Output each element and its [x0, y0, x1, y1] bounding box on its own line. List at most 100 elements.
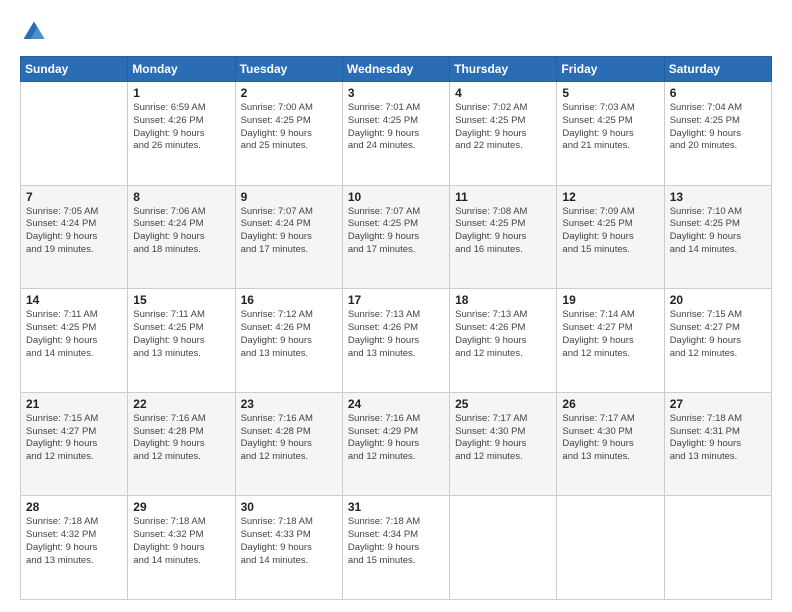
- day-number: 4: [455, 86, 551, 100]
- calendar-cell: 15Sunrise: 7:11 AM Sunset: 4:25 PM Dayli…: [128, 289, 235, 393]
- day-info: Sunrise: 7:02 AM Sunset: 4:25 PM Dayligh…: [455, 102, 551, 153]
- calendar-cell: 19Sunrise: 7:14 AM Sunset: 4:27 PM Dayli…: [557, 289, 664, 393]
- day-number: 10: [348, 190, 444, 204]
- day-number: 26: [562, 397, 658, 411]
- calendar-cell: 30 Sunrise: 7:18 AM Sunset: 4:33 PM Dayli…: [235, 496, 342, 600]
- weekday-header-row: SundayMondayTuesdayWednesdayThursdayFrid…: [21, 57, 772, 82]
- day-info: Sunrise: 7:13 AM Sunset: 4:26 PM Dayligh…: [455, 309, 551, 360]
- day-number: 17: [348, 293, 444, 307]
- day-info: Sunrise: 7:18 AM Sunset: 4:34 PM Dayligh…: [348, 516, 444, 567]
- day-number: 5: [562, 86, 658, 100]
- day-info: Sunrise: 7:09 AM Sunset: 4:25 PM Dayligh…: [562, 206, 658, 257]
- calendar-cell: 21Sunrise: 7:15 AM Sunset: 4:27 PM Dayli…: [21, 392, 128, 496]
- day-number: 16: [241, 293, 337, 307]
- day-number: 29: [133, 500, 229, 514]
- day-info: Sunrise: 7:16 AM Sunset: 4:28 PM Dayligh…: [133, 413, 229, 464]
- weekday-thursday: Thursday: [450, 57, 557, 82]
- calendar-cell: 14 Sunrise: 7:11 AM Sunset: 4:25 PM Dayli…: [21, 289, 128, 393]
- day-number: 30: [241, 500, 337, 514]
- day-info: Sunrise: 6:59 AM Sunset: 4:26 PM Dayligh…: [133, 102, 229, 153]
- day-number: 25: [455, 397, 551, 411]
- day-number: 7: [26, 190, 122, 204]
- calendar-cell: 6 Sunrise: 7:04 AM Sunset: 4:25 PM Daylig…: [664, 82, 771, 186]
- day-number: 28: [26, 500, 122, 514]
- calendar-cell: 1 Sunrise: 6:59 AM Sunset: 4:26 PM Daylig…: [128, 82, 235, 186]
- weekday-friday: Friday: [557, 57, 664, 82]
- day-info: Sunrise: 7:18 AM Sunset: 4:33 PM Dayligh…: [241, 516, 337, 567]
- calendar-cell: 22 Sunrise: 7:16 AM Sunset: 4:28 PM Dayli…: [128, 392, 235, 496]
- day-number: 27: [670, 397, 766, 411]
- week-row-5: 28 Sunrise: 7:18 AM Sunset: 4:32 PM Dayli…: [21, 496, 772, 600]
- weekday-tuesday: Tuesday: [235, 57, 342, 82]
- day-info: Sunrise: 7:10 AM Sunset: 4:25 PM Dayligh…: [670, 206, 766, 257]
- day-info: Sunrise: 7:07 AM Sunset: 4:25 PM Dayligh…: [348, 206, 444, 257]
- day-info: Sunrise: 7:07 AM Sunset: 4:24 PM Dayligh…: [241, 206, 337, 257]
- calendar-cell: 29Sunrise: 7:18 AM Sunset: 4:32 PM Dayli…: [128, 496, 235, 600]
- week-row-1: 1 Sunrise: 6:59 AM Sunset: 4:26 PM Daylig…: [21, 82, 772, 186]
- day-info: Sunrise: 7:15 AM Sunset: 4:27 PM Dayligh…: [26, 413, 122, 464]
- calendar-cell: 31 Sunrise: 7:18 AM Sunset: 4:34 PM Dayli…: [342, 496, 449, 600]
- logo: [20, 18, 52, 46]
- day-number: 2: [241, 86, 337, 100]
- day-number: 12: [562, 190, 658, 204]
- day-number: 31: [348, 500, 444, 514]
- day-number: 23: [241, 397, 337, 411]
- calendar-cell: 12 Sunrise: 7:09 AM Sunset: 4:25 PM Dayli…: [557, 185, 664, 289]
- day-info: Sunrise: 7:16 AM Sunset: 4:28 PM Dayligh…: [241, 413, 337, 464]
- calendar-cell: 5Sunrise: 7:03 AM Sunset: 4:25 PM Daylig…: [557, 82, 664, 186]
- day-number: 20: [670, 293, 766, 307]
- day-info: Sunrise: 7:18 AM Sunset: 4:31 PM Dayligh…: [670, 413, 766, 464]
- calendar-cell: 18 Sunrise: 7:13 AM Sunset: 4:26 PM Dayli…: [450, 289, 557, 393]
- weekday-saturday: Saturday: [664, 57, 771, 82]
- logo-icon: [20, 18, 48, 46]
- week-row-3: 14 Sunrise: 7:11 AM Sunset: 4:25 PM Dayli…: [21, 289, 772, 393]
- calendar-cell: 9 Sunrise: 7:07 AM Sunset: 4:24 PM Daylig…: [235, 185, 342, 289]
- calendar-cell: 8 Sunrise: 7:06 AM Sunset: 4:24 PM Daylig…: [128, 185, 235, 289]
- day-number: 6: [670, 86, 766, 100]
- day-info: Sunrise: 7:15 AM Sunset: 4:27 PM Dayligh…: [670, 309, 766, 360]
- weekday-sunday: Sunday: [21, 57, 128, 82]
- day-number: 1: [133, 86, 229, 100]
- day-info: Sunrise: 7:00 AM Sunset: 4:25 PM Dayligh…: [241, 102, 337, 153]
- calendar-cell: 26 Sunrise: 7:17 AM Sunset: 4:30 PM Dayli…: [557, 392, 664, 496]
- calendar-cell: 2 Sunrise: 7:00 AM Sunset: 4:25 PM Daylig…: [235, 82, 342, 186]
- header: [20, 18, 772, 46]
- day-info: Sunrise: 7:13 AM Sunset: 4:26 PM Dayligh…: [348, 309, 444, 360]
- day-info: Sunrise: 7:14 AM Sunset: 4:27 PM Dayligh…: [562, 309, 658, 360]
- day-info: Sunrise: 7:17 AM Sunset: 4:30 PM Dayligh…: [562, 413, 658, 464]
- page: SundayMondayTuesdayWednesdayThursdayFrid…: [0, 0, 792, 612]
- day-number: 14: [26, 293, 122, 307]
- calendar-cell: 4 Sunrise: 7:02 AM Sunset: 4:25 PM Daylig…: [450, 82, 557, 186]
- calendar-cell: 17 Sunrise: 7:13 AM Sunset: 4:26 PM Dayli…: [342, 289, 449, 393]
- calendar-table: SundayMondayTuesdayWednesdayThursdayFrid…: [20, 56, 772, 600]
- day-number: 8: [133, 190, 229, 204]
- day-info: Sunrise: 7:16 AM Sunset: 4:29 PM Dayligh…: [348, 413, 444, 464]
- day-number: 24: [348, 397, 444, 411]
- day-info: Sunrise: 7:11 AM Sunset: 4:25 PM Dayligh…: [133, 309, 229, 360]
- day-number: 22: [133, 397, 229, 411]
- day-number: 13: [670, 190, 766, 204]
- calendar-cell: 16 Sunrise: 7:12 AM Sunset: 4:26 PM Dayli…: [235, 289, 342, 393]
- calendar-cell: 11 Sunrise: 7:08 AM Sunset: 4:25 PM Dayli…: [450, 185, 557, 289]
- week-row-4: 21Sunrise: 7:15 AM Sunset: 4:27 PM Dayli…: [21, 392, 772, 496]
- calendar-cell: 10 Sunrise: 7:07 AM Sunset: 4:25 PM Dayli…: [342, 185, 449, 289]
- day-info: Sunrise: 7:11 AM Sunset: 4:25 PM Dayligh…: [26, 309, 122, 360]
- day-info: Sunrise: 7:12 AM Sunset: 4:26 PM Dayligh…: [241, 309, 337, 360]
- calendar-cell: [664, 496, 771, 600]
- calendar-cell: 27 Sunrise: 7:18 AM Sunset: 4:31 PM Dayli…: [664, 392, 771, 496]
- calendar-cell: 13 Sunrise: 7:10 AM Sunset: 4:25 PM Dayli…: [664, 185, 771, 289]
- day-info: Sunrise: 7:08 AM Sunset: 4:25 PM Dayligh…: [455, 206, 551, 257]
- day-number: 18: [455, 293, 551, 307]
- day-number: 9: [241, 190, 337, 204]
- day-number: 3: [348, 86, 444, 100]
- day-info: Sunrise: 7:18 AM Sunset: 4:32 PM Dayligh…: [26, 516, 122, 567]
- weekday-wednesday: Wednesday: [342, 57, 449, 82]
- day-info: Sunrise: 7:04 AM Sunset: 4:25 PM Dayligh…: [670, 102, 766, 153]
- calendar-cell: 28 Sunrise: 7:18 AM Sunset: 4:32 PM Dayli…: [21, 496, 128, 600]
- day-info: Sunrise: 7:06 AM Sunset: 4:24 PM Dayligh…: [133, 206, 229, 257]
- week-row-2: 7Sunrise: 7:05 AM Sunset: 4:24 PM Daylig…: [21, 185, 772, 289]
- calendar-cell: [450, 496, 557, 600]
- calendar-cell: 24 Sunrise: 7:16 AM Sunset: 4:29 PM Dayli…: [342, 392, 449, 496]
- calendar-cell: 20 Sunrise: 7:15 AM Sunset: 4:27 PM Dayli…: [664, 289, 771, 393]
- day-number: 11: [455, 190, 551, 204]
